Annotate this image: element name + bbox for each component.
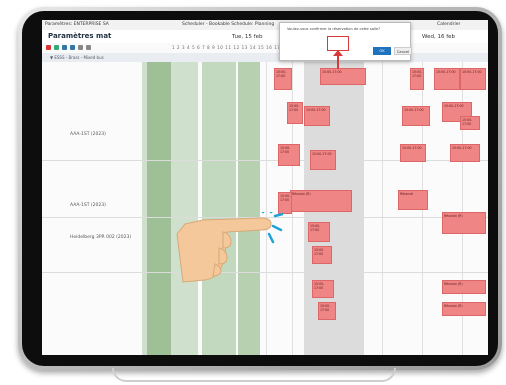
booking-block[interactable]: 15:00-17:00 — [410, 68, 424, 90]
booking-block-selected[interactable]: 15:00-17:00 — [278, 192, 292, 214]
row-label: Heidelberg 3PR 002 (2023) — [70, 235, 132, 240]
booking-block[interactable]: Réunion (R) — [290, 190, 352, 212]
booking-block[interactable]: 15:00-17:00 — [318, 302, 336, 320]
booking-block[interactable]: Réunion (R) — [442, 302, 486, 316]
zoom-in-icon[interactable] — [78, 45, 83, 50]
filter-label[interactable]: ▼ ESSS - Brass - Mixed bus — [50, 55, 104, 60]
booking-block[interactable]: 15:00-17:00 — [320, 68, 366, 85]
ok-button[interactable]: OK — [373, 47, 391, 55]
green-band — [238, 62, 260, 355]
copy-icon[interactable] — [62, 45, 67, 50]
arrow-shaft — [337, 52, 339, 69]
booking-block[interactable]: 15:00-17:00 — [434, 68, 460, 90]
grid-line — [382, 62, 383, 355]
cancel-button[interactable]: Cancel — [394, 47, 412, 55]
booking-block[interactable]: 15:00-17:00 — [450, 144, 480, 162]
zoom-out-icon[interactable] — [86, 45, 91, 50]
booking-block[interactable]: 15:00-17:00 — [312, 246, 332, 264]
hand-pointer-icon — [176, 212, 283, 283]
date-left: Tue, 15 feb — [232, 34, 263, 40]
booking-block[interactable]: 15:00-17:00 — [310, 150, 336, 170]
booking-block[interactable]: 15:00-17:00 — [312, 280, 334, 298]
app-screen: Paramètres: ENTERPRISE SA Scheduler - Bo… — [42, 20, 488, 355]
booking-block[interactable]: Réservé — [398, 190, 428, 210]
booking-block[interactable]: Réunion (R) — [442, 212, 486, 234]
booking-block[interactable]: 15:00-17:00 — [402, 106, 430, 126]
green-band-dark — [147, 62, 171, 355]
booking-block[interactable]: 15:00-17:00 — [278, 144, 300, 166]
title-bar: Paramètres mat Tue, 15 feb Wed, 16 feb — [42, 30, 488, 43]
tab-right[interactable]: Calendrier — [437, 22, 460, 27]
booking-block[interactable]: 15:00-17:00 — [400, 144, 426, 162]
calendar-icon[interactable] — [70, 45, 75, 50]
booking-block[interactable]: 15:00-17:00 — [460, 116, 480, 130]
save-icon[interactable] — [54, 45, 59, 50]
booking-block[interactable]: 15:00-17:00 — [287, 102, 303, 124]
dialog-message: Voulez-vous confirmer la réservation de … — [287, 27, 381, 31]
date-right: Wed, 16 feb — [422, 34, 456, 40]
row-label: AAA-1ST (2023) — [70, 132, 106, 137]
grid-line — [266, 62, 267, 355]
row-label: AAA-1ST (2023) — [70, 203, 106, 208]
booking-block[interactable]: 15:00-17:00 — [308, 222, 330, 242]
booking-block[interactable]: 15:00-17:00 — [274, 68, 292, 90]
booking-block[interactable]: 15:00-17:00 — [460, 68, 486, 90]
tab-mid[interactable]: Scheduler - Bookable Schedule: Planning — [182, 22, 274, 27]
tab-left[interactable]: Paramètres: ENTERPRISE SA — [45, 22, 109, 27]
booking-block[interactable]: 15:00-17:00 — [304, 106, 330, 126]
green-band — [202, 62, 236, 355]
schedule-area: AAA-1ST (2023) AAA-1ST (2023) Heidelberg… — [42, 62, 488, 355]
tablet-stand — [112, 368, 396, 382]
booking-block[interactable]: Réunion (R) — [442, 280, 486, 294]
page-title: Paramètres mat — [48, 32, 112, 40]
ok-highlight-box — [327, 36, 349, 51]
new-icon[interactable] — [46, 45, 51, 50]
